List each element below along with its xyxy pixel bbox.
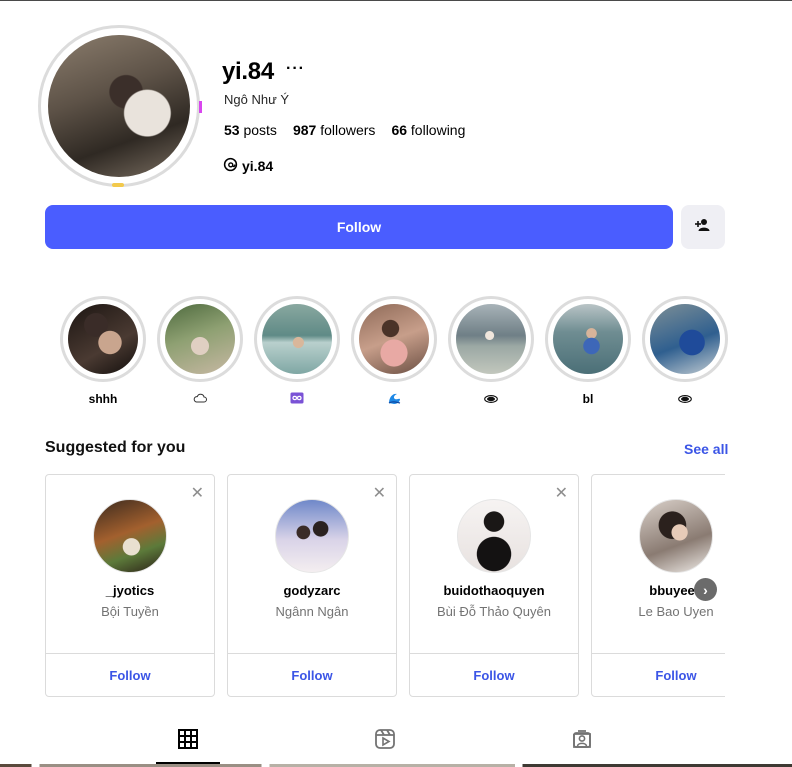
suggested-full-name: Ngânn Ngân — [275, 604, 349, 619]
suggested-full-name: Bùi Đỗ Thảo Quyên — [437, 604, 551, 619]
profile-username: yi.84 — [222, 58, 274, 85]
add-person-icon — [695, 218, 711, 237]
highlight-label: shhh — [88, 392, 118, 406]
highlight-item[interactable] — [448, 296, 534, 406]
suggested-avatar[interactable] — [275, 499, 349, 573]
suggested-full-name: Le Bao Uyen — [638, 604, 714, 619]
highlight-label — [448, 392, 534, 406]
highlight-label: bl — [582, 392, 594, 406]
following-label: following — [410, 122, 466, 138]
card-divider — [46, 653, 214, 654]
profile-stats: 53 posts 987 followers 66 following — [224, 122, 465, 138]
highlight-ring — [545, 296, 631, 382]
suggested-username[interactable]: buidothaoquyen — [410, 583, 578, 598]
highlight-ring — [157, 296, 243, 382]
highlight-item[interactable] — [157, 296, 243, 406]
highlight-ring — [642, 296, 728, 382]
suggested-username[interactable]: _jyotics — [46, 583, 214, 598]
highlight-label — [254, 392, 340, 406]
threads-link[interactable]: yi.84 — [223, 157, 273, 175]
reels-icon — [375, 729, 395, 749]
suggested-card[interactable]: ✕ godyzarc Ngânn Ngân Follow — [227, 474, 397, 697]
followers-count: 987 — [292, 122, 317, 138]
profile-avatar-ring[interactable] — [38, 25, 200, 187]
suggested-avatar[interactable] — [93, 499, 167, 573]
chevron-right-icon[interactable]: › — [694, 578, 717, 601]
eye-icon — [484, 395, 498, 403]
suggested-follow-button[interactable]: Follow — [592, 668, 725, 683]
highlight-cover — [553, 304, 623, 374]
posts-stat[interactable]: 53 posts — [224, 122, 277, 138]
highlight-label — [157, 392, 243, 406]
highlight-cover — [456, 304, 526, 374]
posts-count: 53 — [224, 122, 240, 138]
tab-tagged[interactable] — [550, 728, 614, 764]
wave-icon — [388, 393, 400, 404]
highlight-ring — [254, 296, 340, 382]
highlight-item[interactable]: bl — [545, 296, 631, 406]
window-top-border — [0, 0, 792, 1]
infinity-badge-icon — [290, 392, 304, 404]
highlight-item[interactable] — [254, 296, 340, 406]
profile-avatar[interactable] — [48, 35, 190, 177]
posts-label: posts — [243, 122, 277, 138]
followers-stat[interactable]: 987 followers — [293, 122, 376, 138]
more-options-icon[interactable]: ··· — [286, 60, 305, 78]
highlight-cover — [68, 304, 138, 374]
suggested-card[interactable]: ✕ _jyotics Bội Tuyền Follow — [45, 474, 215, 697]
suggested-avatar[interactable] — [639, 499, 713, 573]
tab-reels[interactable] — [353, 728, 417, 764]
suggested-full-name: Bội Tuyền — [101, 604, 159, 619]
close-icon[interactable]: ✕ — [555, 483, 568, 503]
card-divider — [592, 653, 725, 654]
suggested-follow-button[interactable]: Follow — [410, 668, 578, 683]
follow-button[interactable]: Follow — [45, 205, 673, 249]
suggested-avatar[interactable] — [457, 499, 531, 573]
suggested-carousel[interactable]: ✕ _jyotics Bội Tuyền Follow ✕ godyzarc N… — [45, 474, 725, 698]
highlight-label — [351, 392, 437, 406]
tab-posts[interactable] — [156, 728, 220, 764]
tagged-icon — [573, 730, 591, 748]
highlight-cover — [165, 304, 235, 374]
threads-icon — [223, 157, 238, 175]
highlight-ring — [351, 296, 437, 382]
highlight-item[interactable] — [351, 296, 437, 406]
highlight-cover — [262, 304, 332, 374]
eye-icon — [678, 395, 692, 403]
following-count: 66 — [391, 122, 408, 138]
highlight-cover — [359, 304, 429, 374]
highlight-ring — [448, 296, 534, 382]
highlight-item[interactable]: shhh — [60, 296, 146, 406]
highlight-label — [642, 392, 728, 406]
close-icon[interactable]: ✕ — [373, 483, 386, 503]
following-stat[interactable]: 66 following — [391, 122, 465, 138]
profile-full-name: Ngô Như Ý — [224, 92, 290, 107]
followers-label: followers — [320, 122, 376, 138]
card-divider — [410, 653, 578, 654]
card-divider — [228, 653, 396, 654]
suggested-follow-button[interactable]: Follow — [228, 668, 396, 683]
see-all-link[interactable]: See all — [684, 441, 728, 457]
suggested-follow-button[interactable]: Follow — [46, 668, 214, 683]
profile-tabs — [0, 720, 792, 767]
suggested-username[interactable]: godyzarc — [228, 583, 396, 598]
close-icon[interactable]: ✕ — [191, 483, 204, 503]
highlight-cover — [650, 304, 720, 374]
highlight-ring — [60, 296, 146, 382]
add-user-button[interactable] — [681, 205, 725, 249]
threads-handle: yi.84 — [242, 158, 274, 174]
highlight-item[interactable] — [642, 296, 728, 406]
note-indicator — [112, 183, 124, 187]
grid-icon — [178, 729, 198, 749]
suggested-card[interactable]: ✕ buidothaoquyen Bùi Đỗ Thảo Quyên Follo… — [409, 474, 579, 697]
cloud-icon — [193, 393, 207, 403]
story-indicator — [199, 101, 202, 113]
suggested-title: Suggested for you — [45, 439, 186, 456]
